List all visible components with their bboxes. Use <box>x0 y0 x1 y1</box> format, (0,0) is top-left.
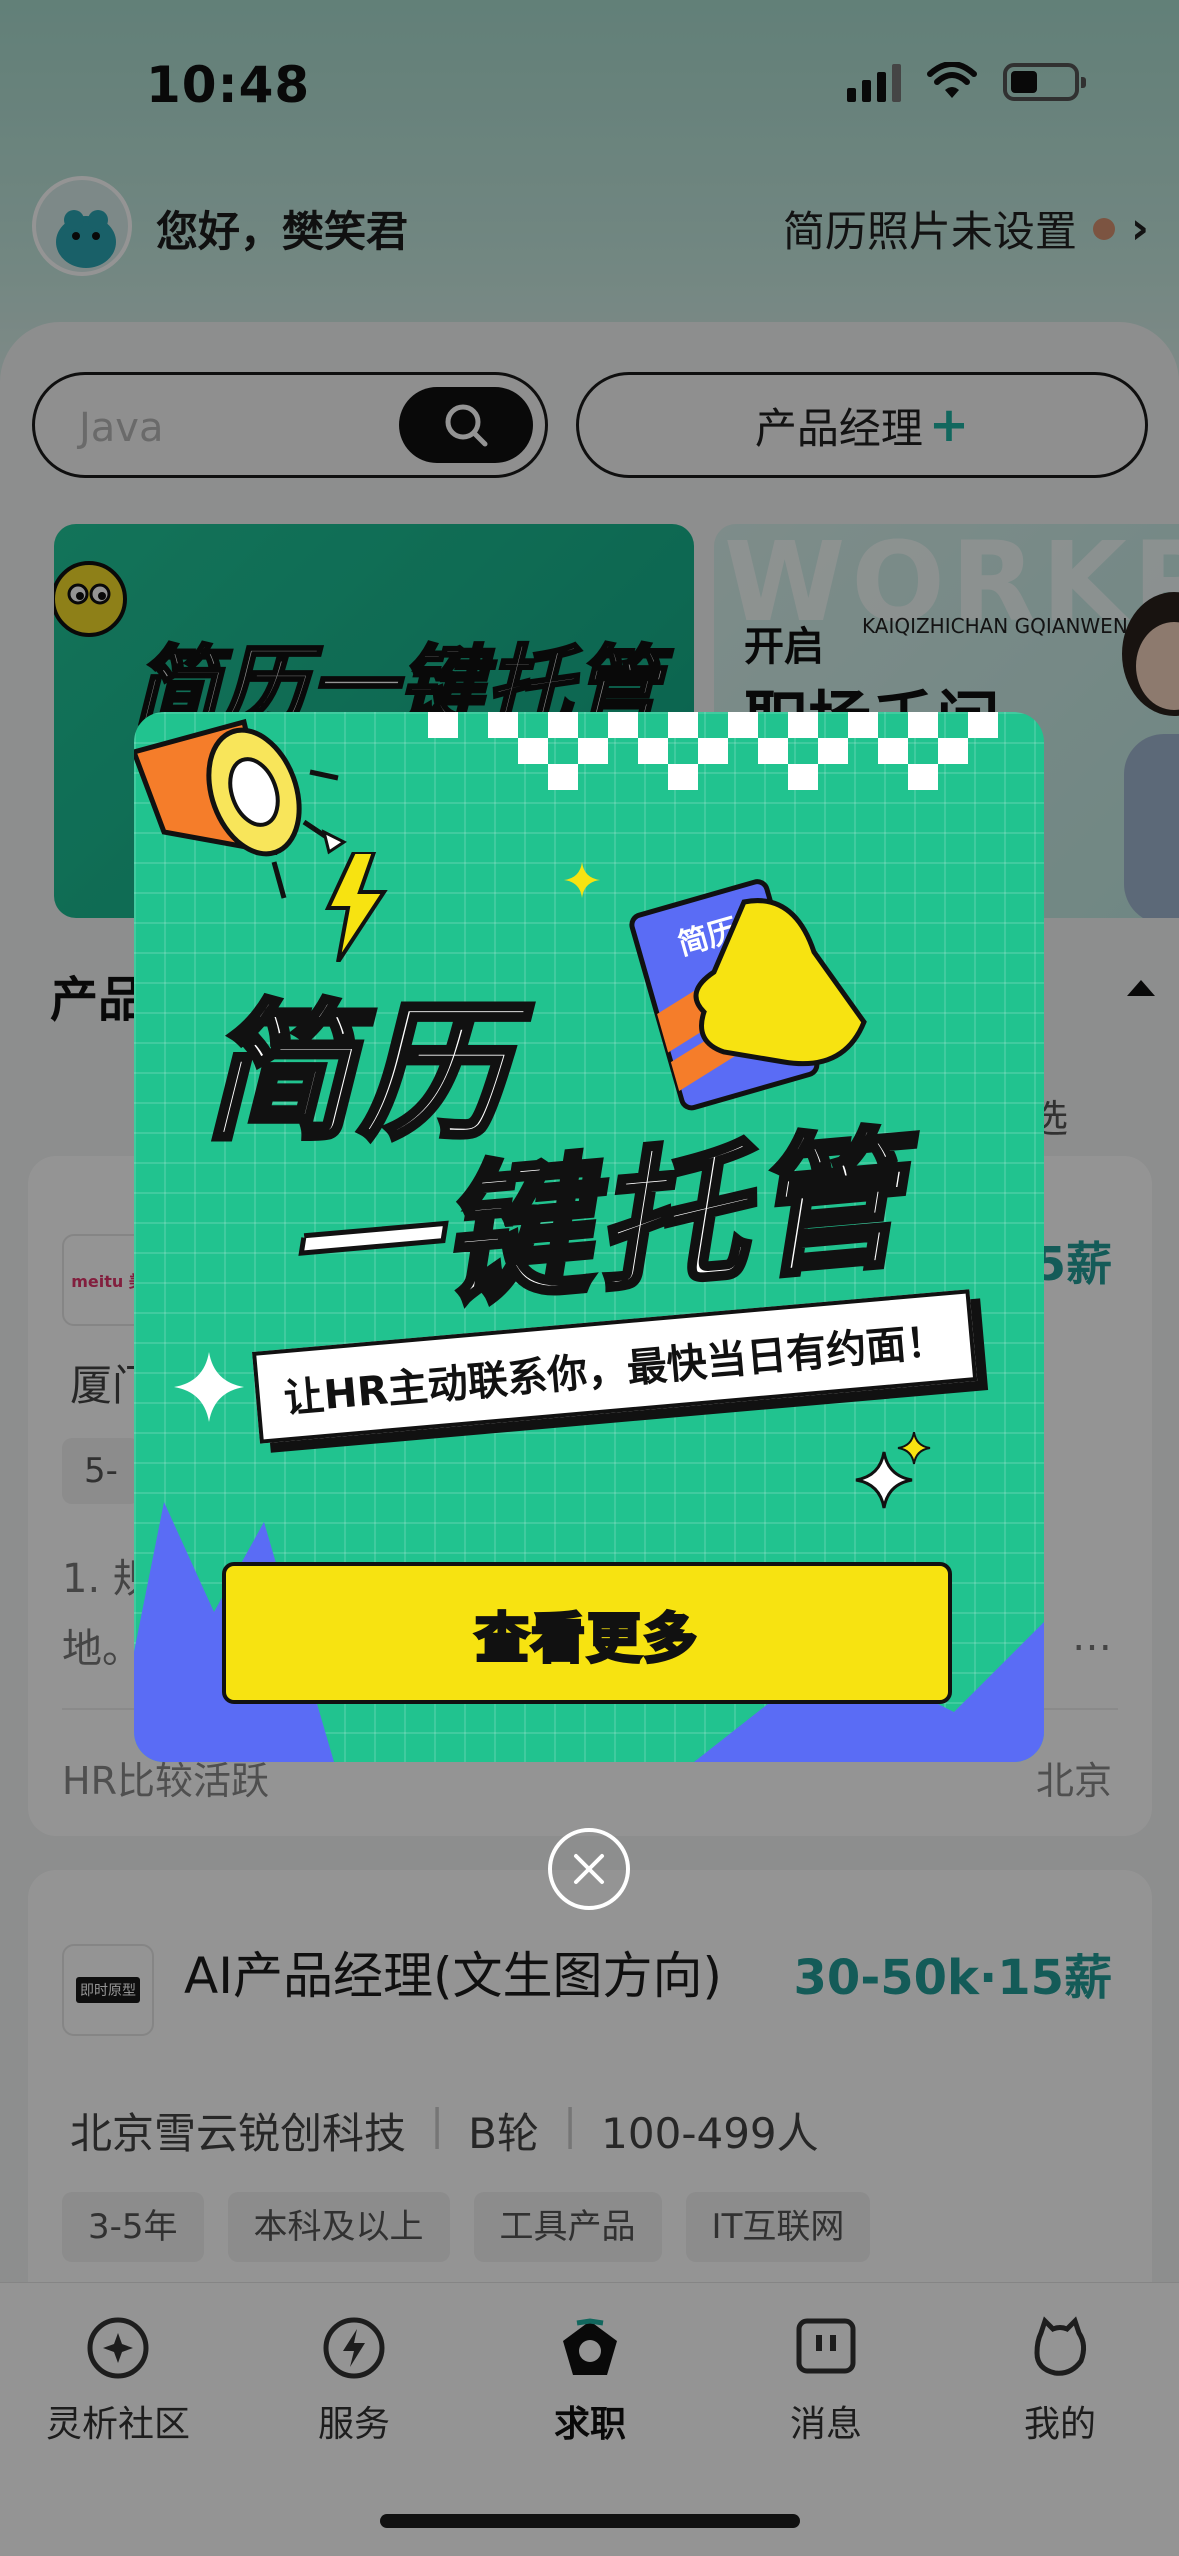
popup-close-button[interactable] <box>548 1828 630 1910</box>
sparkle-icon <box>174 1352 244 1422</box>
promo-popup[interactable]: 简历 简历 一键托管 让HR主动联系你，最快当日有约面！ 查看更多 <box>134 712 1044 1762</box>
sparkle-icon <box>564 862 600 898</box>
sparkle-icon <box>855 1432 931 1509</box>
close-icon <box>574 1854 604 1884</box>
view-more-button[interactable]: 查看更多 <box>222 1562 952 1704</box>
home-indicator <box>380 2514 800 2528</box>
lightning-icon <box>324 852 388 962</box>
app-screen: 10:48 您好，樊笑君 简历照片未设置 › Java 产品经理 + 简历一键托… <box>0 0 1179 2556</box>
checker-pattern <box>428 712 998 790</box>
